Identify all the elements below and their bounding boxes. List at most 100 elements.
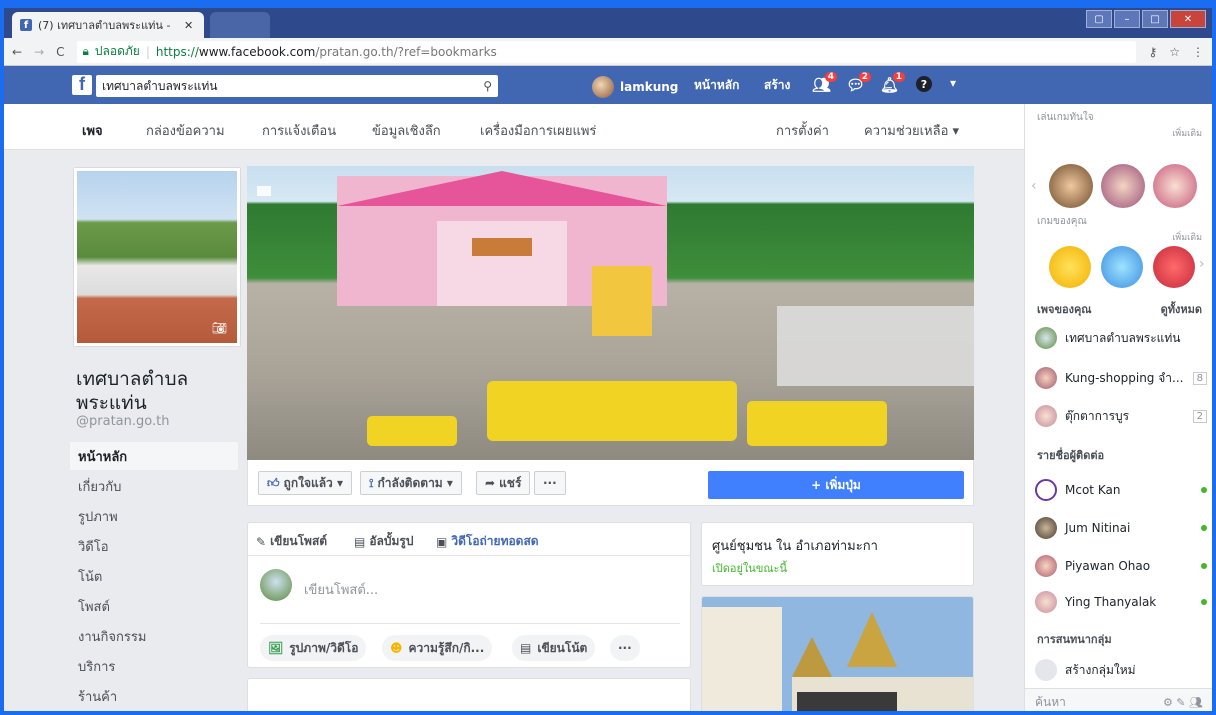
community-photo[interactable] xyxy=(701,596,974,711)
url-host: www.facebook.com xyxy=(198,44,316,59)
left-menu-notes[interactable]: โน้ต xyxy=(70,562,238,590)
contact-item[interactable]: Mcot Kan xyxy=(1035,478,1207,502)
next-post-card xyxy=(247,678,691,711)
left-menu-events[interactable]: งานกิจกรรม xyxy=(70,622,238,650)
left-menu-home[interactable]: หน้าหลัก xyxy=(70,442,238,470)
left-menu-videos[interactable]: วิดีโอ xyxy=(70,532,238,560)
help-button[interactable]: ? xyxy=(916,76,932,92)
page-item-count: 8 xyxy=(1192,371,1207,385)
your-page-item[interactable]: เทศบาลตำบลพระแท่น xyxy=(1035,326,1207,350)
online-status-icon xyxy=(1201,487,1207,493)
contact-item[interactable]: Jum Nitinai xyxy=(1035,516,1207,540)
nav-notifications[interactable]: การแจ้งเตือน xyxy=(262,120,336,141)
add-button[interactable]: + เพิ่มปุ่ม xyxy=(708,471,964,499)
browser-tab-new[interactable] xyxy=(210,12,270,38)
tab-strip: f (7) เทศบาลตำบลพระแท่น - ✕ ▢ – □ ✕ xyxy=(4,8,1212,38)
key-icon[interactable]: ⚷ xyxy=(1148,45,1157,59)
maximize-icon[interactable]: □ xyxy=(1142,10,1168,28)
messages-button[interactable]: 💬︎ 2 xyxy=(846,72,872,94)
left-menu-about[interactable]: เกี่ยวกับ xyxy=(70,472,238,500)
game-avatar-3[interactable] xyxy=(1153,164,1197,208)
your-games-more[interactable]: เพิ่มเติม xyxy=(1172,230,1202,244)
restore-icon[interactable]: ▢ xyxy=(1086,10,1112,28)
create-link[interactable]: สร้าง xyxy=(764,76,790,95)
page-scrollbar[interactable] xyxy=(1212,104,1216,715)
left-menu-shop[interactable]: ร้านค้า xyxy=(70,682,238,710)
your-page-item[interactable]: ตุ๊กตาการบูร 2 xyxy=(1035,404,1207,428)
game-avatar-2[interactable] xyxy=(1101,164,1145,208)
community-title[interactable]: ศูนย์ชุมชน ใน อำเภอท่ามะกา xyxy=(712,535,878,556)
like-label: ถูกใจแล้ว ▾ xyxy=(283,475,343,490)
contact-item[interactable]: Piyawan Ohao xyxy=(1035,554,1207,578)
nav-help[interactable]: ความช่วยเหลือ ▾ xyxy=(864,120,959,141)
composer-tab-album[interactable]: ▤ อัลบั้มรูป xyxy=(354,532,414,551)
temple-photo xyxy=(702,597,973,711)
close-tab-icon[interactable]: ✕ xyxy=(184,19,193,32)
facebook-logo-icon[interactable]: f xyxy=(72,74,92,95)
write-note-chip[interactable]: ▤ เขียนโน้ต xyxy=(512,635,596,661)
game-chick-icon[interactable] xyxy=(1049,246,1091,288)
page-avatar xyxy=(1035,367,1057,389)
page-handle[interactable]: @pratan.go.th xyxy=(76,414,169,429)
camera-icon[interactable]: 📷︎ xyxy=(212,321,227,335)
your-page-item[interactable]: Kung-shopping จำ... 8 xyxy=(1035,366,1207,390)
tab-album-label: อัลบั้มรูป xyxy=(369,534,414,548)
chevron-left-icon[interactable]: ‹ xyxy=(1031,178,1037,194)
game-pet-icon[interactable] xyxy=(1101,246,1143,288)
composer-placeholder[interactable]: เขียนโพสต์... xyxy=(304,579,378,600)
left-menu-photos[interactable]: รูปภาพ xyxy=(70,502,238,530)
instant-games-more[interactable]: เพิ่มเติม xyxy=(1172,126,1202,140)
reload-icon[interactable]: C xyxy=(56,45,64,59)
facebook-search-input[interactable] xyxy=(102,79,442,93)
browser-tab-active[interactable]: f (7) เทศบาลตำบลพระแท่น - ✕ xyxy=(12,12,204,38)
your-games-header: เกมของคุณ xyxy=(1037,216,1087,227)
address-bar[interactable]: 🔒︎ ปลอดภัย | https://www.facebook.com/pr… xyxy=(76,40,1137,63)
account-menu-chevron-icon[interactable]: ▾ xyxy=(950,76,956,90)
search-icon[interactable]: ⚲ xyxy=(483,79,492,93)
nav-insights[interactable]: ข้อมูลเชิงลึก xyxy=(372,120,441,141)
composer-tab-post[interactable]: ✎ เขียนโพสต์ xyxy=(256,532,327,551)
home-link[interactable]: หน้าหลัก xyxy=(694,76,739,95)
menu-dots-icon[interactable]: ⋮ xyxy=(1192,45,1204,59)
chat-search[interactable]: ค้นหา ⚙ ✎ 👥︎ xyxy=(1025,688,1212,711)
contact-item[interactable]: Ying Thanyalak xyxy=(1035,590,1207,614)
bookmark-star-icon[interactable]: ☆ xyxy=(1169,45,1180,59)
close-window-icon[interactable]: ✕ xyxy=(1170,10,1206,28)
your-pages-header: เพจของคุณ xyxy=(1037,303,1092,316)
url-path: /pratan.go.th/?ref=bookmarks xyxy=(315,44,497,59)
cover-photo[interactable] xyxy=(247,166,974,460)
chat-settings-icons[interactable]: ⚙ ✎ 👥︎ xyxy=(1163,696,1203,709)
game-candy-icon[interactable] xyxy=(1153,246,1195,288)
notifications-button[interactable]: 🔔︎ 1 xyxy=(880,72,906,94)
follow-button[interactable]: ⟟ กำลังติดตาม ▾ xyxy=(360,471,462,495)
photo-video-chip[interactable]: 🖼︎ รูปภาพ/วิดีโอ xyxy=(260,635,367,661)
more-options-button[interactable]: ··· xyxy=(534,471,566,495)
nav-inbox[interactable]: กล่องข้อความ xyxy=(146,120,225,141)
thumbs-up-icon: 👍︎ xyxy=(267,475,280,490)
facebook-search[interactable]: ⚲ xyxy=(96,75,498,97)
back-icon[interactable]: ← xyxy=(12,45,22,59)
left-menu-posts[interactable]: โพสต์ xyxy=(70,592,238,620)
friend-requests-button[interactable]: 👥︎ 4 xyxy=(812,72,838,94)
profile-link[interactable]: lamkung xyxy=(592,76,678,98)
chevron-right-icon[interactable]: › xyxy=(1199,256,1205,272)
forward-icon[interactable]: → xyxy=(34,45,44,59)
chat-search-placeholder: ค้นหา xyxy=(1035,694,1066,709)
smiley-icon: ☻ xyxy=(390,641,403,655)
share-button[interactable]: ➦ แชร์ xyxy=(476,471,531,495)
create-group-item[interactable]: สร้างกลุ่มใหม่ xyxy=(1035,658,1207,682)
feeling-chip[interactable]: ☻ ความรู้สึก/กิ... xyxy=(382,635,493,661)
composer-more-chip[interactable]: ··· xyxy=(610,635,640,661)
composer-tab-live[interactable]: ▣ วิดีโอถ่ายทอดสด xyxy=(436,532,539,551)
nav-settings[interactable]: การตั้งค่า xyxy=(776,120,829,141)
page-admin-nav: เพจ กล่องข้อความ การแจ้งเตือน ข้อมูลเชิง… xyxy=(4,104,1024,150)
nav-publishing-tools[interactable]: เครื่องมือการเผยแพร่ xyxy=(480,120,596,141)
page-profile-picture[interactable]: 📷︎ xyxy=(74,168,240,346)
game-avatar-1[interactable] xyxy=(1049,164,1093,208)
like-button[interactable]: 👍︎ ถูกใจแล้ว ▾ xyxy=(258,471,352,495)
see-all-link[interactable]: ดูทั้งหมด xyxy=(1161,300,1202,318)
cover-camera-icon[interactable] xyxy=(257,186,271,196)
nav-page[interactable]: เพจ xyxy=(82,120,103,141)
minimize-icon[interactable]: – xyxy=(1114,10,1140,28)
left-menu-services[interactable]: บริการ xyxy=(70,652,238,680)
